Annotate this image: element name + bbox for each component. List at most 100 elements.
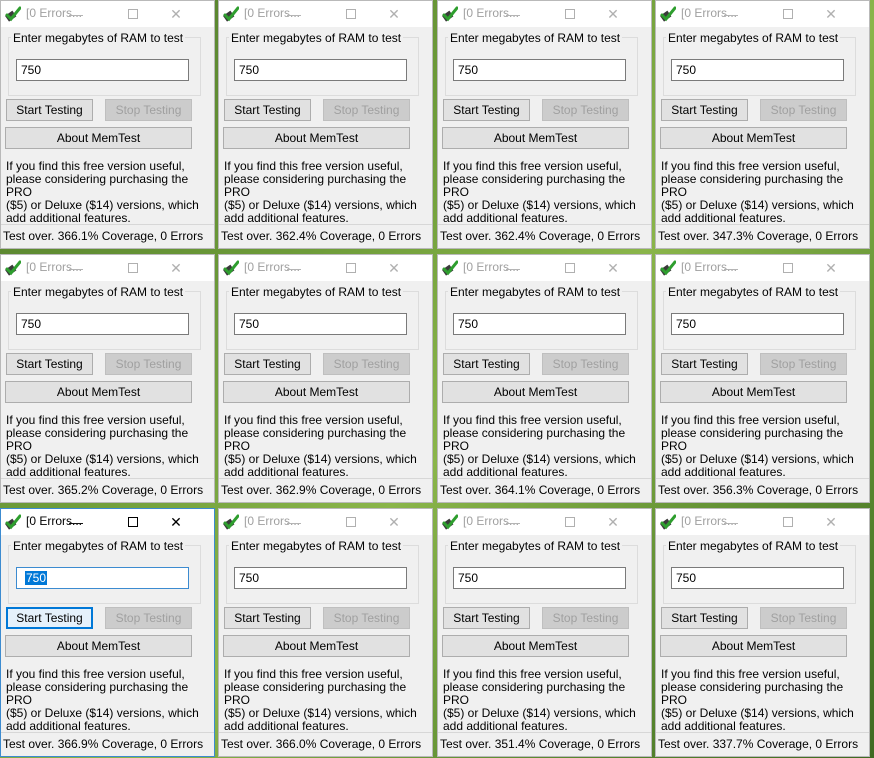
stop-testing-button[interactable]: Stop Testing bbox=[542, 99, 629, 121]
start-testing-button[interactable]: Start Testing bbox=[661, 353, 748, 375]
stop-testing-button[interactable]: Stop Testing bbox=[105, 99, 192, 121]
memtest-window-4[interactable]: [0 Errors... — ✕ Enter megabytes of RAM … bbox=[655, 0, 870, 249]
about-memtest-button[interactable]: About MemTest bbox=[442, 381, 629, 403]
about-memtest-button[interactable]: About MemTest bbox=[660, 381, 847, 403]
minimize-icon[interactable]: — bbox=[279, 255, 309, 281]
minimize-icon[interactable]: — bbox=[61, 255, 91, 281]
close-icon[interactable]: ✕ bbox=[816, 1, 846, 27]
ram-input[interactable] bbox=[671, 567, 844, 589]
ram-input[interactable] bbox=[453, 59, 626, 81]
ram-input[interactable] bbox=[671, 59, 844, 81]
title-bar[interactable]: [0 Errors... — ✕ bbox=[1, 1, 214, 27]
minimize-icon[interactable]: — bbox=[716, 509, 746, 535]
maximize-icon[interactable] bbox=[555, 255, 585, 281]
close-icon[interactable]: ✕ bbox=[379, 255, 409, 281]
ram-input[interactable] bbox=[453, 313, 626, 335]
memtest-window-6[interactable]: [0 Errors... — ✕ Enter megabytes of RAM … bbox=[218, 254, 433, 503]
close-icon[interactable]: ✕ bbox=[816, 509, 846, 535]
start-testing-button[interactable]: Start Testing bbox=[6, 99, 93, 121]
maximize-icon[interactable] bbox=[336, 509, 366, 535]
memtest-window-5[interactable]: [0 Errors... — ✕ Enter megabytes of RAM … bbox=[0, 254, 215, 503]
stop-testing-button[interactable]: Stop Testing bbox=[105, 353, 192, 375]
about-memtest-button[interactable]: About MemTest bbox=[223, 381, 410, 403]
memtest-window-2[interactable]: [0 Errors... — ✕ Enter megabytes of RAM … bbox=[218, 0, 433, 249]
memtest-window-8[interactable]: [0 Errors... — ✕ Enter megabytes of RAM … bbox=[655, 254, 870, 503]
memtest-window-3[interactable]: [0 Errors... — ✕ Enter megabytes of RAM … bbox=[437, 0, 652, 249]
ram-input[interactable] bbox=[234, 567, 407, 589]
memtest-window-11[interactable]: [0 Errors... — ✕ Enter megabytes of RAM … bbox=[437, 508, 652, 757]
close-icon[interactable]: ✕ bbox=[816, 255, 846, 281]
title-bar[interactable]: [0 Errors... — ✕ bbox=[438, 1, 651, 27]
maximize-icon[interactable] bbox=[773, 255, 803, 281]
maximize-icon[interactable] bbox=[118, 255, 148, 281]
minimize-icon[interactable]: — bbox=[279, 509, 309, 535]
minimize-icon[interactable]: — bbox=[61, 509, 91, 535]
about-memtest-button[interactable]: About MemTest bbox=[223, 635, 410, 657]
maximize-icon[interactable] bbox=[336, 255, 366, 281]
minimize-icon[interactable]: — bbox=[61, 1, 91, 27]
about-memtest-button[interactable]: About MemTest bbox=[660, 635, 847, 657]
close-icon[interactable]: ✕ bbox=[379, 509, 409, 535]
close-icon[interactable]: ✕ bbox=[379, 1, 409, 27]
start-testing-button[interactable]: Start Testing bbox=[661, 607, 748, 629]
title-bar[interactable]: [0 Errors... — ✕ bbox=[656, 1, 869, 27]
maximize-icon[interactable] bbox=[118, 509, 148, 535]
close-icon[interactable]: ✕ bbox=[598, 255, 628, 281]
stop-testing-button[interactable]: Stop Testing bbox=[760, 353, 847, 375]
stop-testing-button[interactable]: Stop Testing bbox=[760, 607, 847, 629]
memtest-window-10[interactable]: [0 Errors... — ✕ Enter megabytes of RAM … bbox=[218, 508, 433, 757]
stop-testing-button[interactable]: Stop Testing bbox=[105, 607, 192, 629]
maximize-icon[interactable] bbox=[773, 1, 803, 27]
maximize-icon[interactable] bbox=[555, 1, 585, 27]
minimize-icon[interactable]: — bbox=[279, 1, 309, 27]
start-testing-button[interactable]: Start Testing bbox=[6, 607, 93, 629]
title-bar[interactable]: [0 Errors... — ✕ bbox=[656, 509, 869, 535]
about-memtest-button[interactable]: About MemTest bbox=[5, 127, 192, 149]
start-testing-button[interactable]: Start Testing bbox=[224, 353, 311, 375]
memtest-window-9[interactable]: [0 Errors... — ✕ Enter megabytes of RAM … bbox=[0, 508, 215, 757]
title-bar[interactable]: [0 Errors... — ✕ bbox=[438, 509, 651, 535]
about-memtest-button[interactable]: About MemTest bbox=[5, 381, 192, 403]
ram-input[interactable] bbox=[453, 567, 626, 589]
memtest-window-7[interactable]: [0 Errors... — ✕ Enter megabytes of RAM … bbox=[437, 254, 652, 503]
stop-testing-button[interactable]: Stop Testing bbox=[323, 607, 410, 629]
minimize-icon[interactable]: — bbox=[498, 509, 528, 535]
stop-testing-button[interactable]: Stop Testing bbox=[542, 607, 629, 629]
minimize-icon[interactable]: — bbox=[498, 255, 528, 281]
start-testing-button[interactable]: Start Testing bbox=[661, 99, 748, 121]
title-bar[interactable]: [0 Errors... — ✕ bbox=[438, 255, 651, 281]
start-testing-button[interactable]: Start Testing bbox=[443, 607, 530, 629]
minimize-icon[interactable]: — bbox=[716, 1, 746, 27]
title-bar[interactable]: [0 Errors... — ✕ bbox=[1, 509, 214, 535]
maximize-icon[interactable] bbox=[555, 509, 585, 535]
start-testing-button[interactable]: Start Testing bbox=[443, 99, 530, 121]
maximize-icon[interactable] bbox=[336, 1, 366, 27]
title-bar[interactable]: [0 Errors... — ✕ bbox=[219, 509, 432, 535]
close-icon[interactable]: ✕ bbox=[598, 509, 628, 535]
ram-input[interactable] bbox=[16, 59, 189, 81]
about-memtest-button[interactable]: About MemTest bbox=[442, 127, 629, 149]
start-testing-button[interactable]: Start Testing bbox=[224, 99, 311, 121]
close-icon[interactable]: ✕ bbox=[161, 509, 191, 535]
ram-input[interactable] bbox=[234, 313, 407, 335]
title-bar[interactable]: [0 Errors... — ✕ bbox=[219, 255, 432, 281]
stop-testing-button[interactable]: Stop Testing bbox=[323, 353, 410, 375]
memtest-window-1[interactable]: [0 Errors... — ✕ Enter megabytes of RAM … bbox=[0, 0, 215, 249]
stop-testing-button[interactable]: Stop Testing bbox=[760, 99, 847, 121]
stop-testing-button[interactable]: Stop Testing bbox=[542, 353, 629, 375]
start-testing-button[interactable]: Start Testing bbox=[443, 353, 530, 375]
maximize-icon[interactable] bbox=[118, 1, 148, 27]
close-icon[interactable]: ✕ bbox=[161, 255, 191, 281]
start-testing-button[interactable]: Start Testing bbox=[224, 607, 311, 629]
maximize-icon[interactable] bbox=[773, 509, 803, 535]
close-icon[interactable]: ✕ bbox=[161, 1, 191, 27]
minimize-icon[interactable]: — bbox=[498, 1, 528, 27]
title-bar[interactable]: [0 Errors... — ✕ bbox=[219, 1, 432, 27]
about-memtest-button[interactable]: About MemTest bbox=[442, 635, 629, 657]
title-bar[interactable]: [0 Errors... — ✕ bbox=[1, 255, 214, 281]
minimize-icon[interactable]: — bbox=[716, 255, 746, 281]
stop-testing-button[interactable]: Stop Testing bbox=[323, 99, 410, 121]
ram-input[interactable] bbox=[671, 313, 844, 335]
memtest-window-12[interactable]: [0 Errors... — ✕ Enter megabytes of RAM … bbox=[655, 508, 870, 757]
close-icon[interactable]: ✕ bbox=[598, 1, 628, 27]
